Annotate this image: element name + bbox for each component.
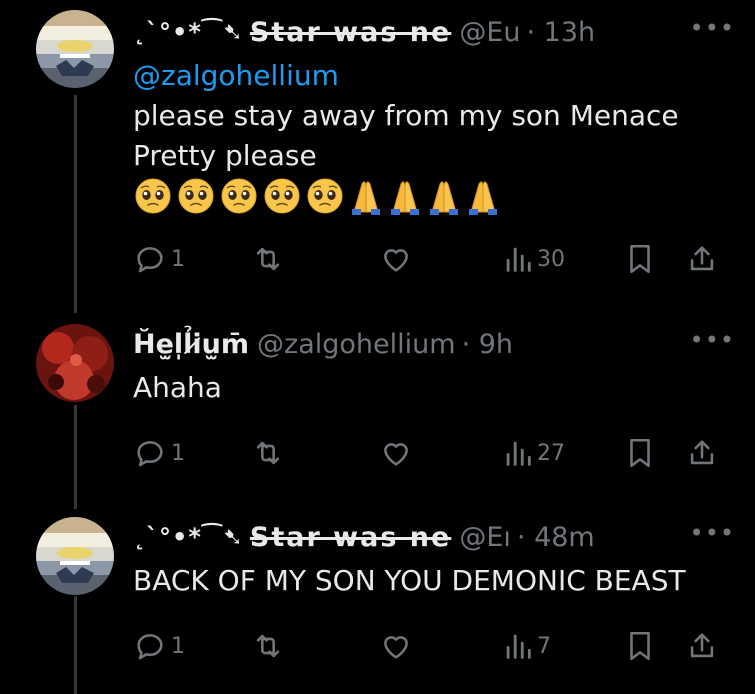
- views-count: 7: [537, 633, 551, 659]
- more-options-icon[interactable]: •••: [690, 519, 735, 547]
- like-button[interactable]: [379, 629, 417, 663]
- share-icon: [685, 436, 719, 470]
- heart-icon: [379, 242, 413, 276]
- views-button[interactable]: 27: [503, 436, 565, 470]
- like-button[interactable]: [379, 436, 417, 470]
- share-button[interactable]: [685, 436, 719, 470]
- more-options-icon[interactable]: •••: [690, 326, 735, 354]
- avatar[interactable]: [36, 10, 114, 88]
- reply-count: 1: [171, 633, 185, 659]
- post-line: BACK OF MY SON YOU DEMONIC BEAST: [133, 564, 686, 597]
- post[interactable]: H̆e̫l̩l̉i̷u̫m̄ @zalgohellium · 9h ••• Ah…: [0, 310, 755, 480]
- post[interactable]: ˛`°•*⁀➷ Star was ne @Eı · 48m ••• BACK O…: [0, 505, 755, 694]
- reply-button[interactable]: 1: [133, 629, 185, 663]
- action-bar: 17: [133, 629, 723, 663]
- reply-count: 1: [171, 440, 185, 466]
- avatar[interactable]: [36, 517, 114, 595]
- pleading-face-icon: [176, 176, 216, 220]
- views-button[interactable]: 30: [503, 242, 565, 276]
- share-icon: [685, 242, 719, 276]
- reply-icon: [133, 629, 167, 663]
- reply-count: 1: [171, 246, 185, 272]
- post-text: @zalgohellium please stay away from my s…: [133, 56, 679, 176]
- heart-icon: [379, 629, 413, 663]
- post-line: please stay away from my son Menace: [133, 99, 679, 132]
- action-bar: 1 27: [133, 436, 723, 470]
- action-bar: 1 30: [133, 242, 723, 276]
- folded-hands-icon: [465, 176, 501, 220]
- folded-hands-icon: [348, 176, 384, 220]
- views-count: 27: [537, 440, 565, 466]
- views-icon: [503, 436, 533, 470]
- timestamp[interactable]: · 9h: [462, 329, 513, 360]
- reply-button[interactable]: 1: [133, 242, 185, 276]
- heart-icon: [379, 436, 413, 470]
- pleading-face-icon: [262, 176, 302, 220]
- views-icon: [503, 629, 533, 663]
- repost-icon: [251, 242, 285, 276]
- share-button[interactable]: [685, 629, 719, 663]
- name-decoration: ˛`°•*⁀➷: [133, 18, 244, 46]
- post-text: BACK OF MY SON YOU DEMONIC BEAST: [133, 561, 686, 601]
- display-name[interactable]: H̆e̫l̩l̉i̷u̫m̄: [133, 329, 249, 360]
- reply-icon: [133, 242, 167, 276]
- folded-hands-icon: [387, 176, 423, 220]
- views-button[interactable]: 7: [503, 629, 551, 663]
- pleading-face-icon: [305, 176, 345, 220]
- handle[interactable]: @zalgohellium: [257, 329, 456, 360]
- post-line: Pretty please: [133, 139, 317, 172]
- like-button[interactable]: [379, 242, 417, 276]
- post-header: ˛`°•*⁀➷ Star was ne @Eı · 48m: [133, 519, 595, 555]
- reply-icon: [133, 436, 167, 470]
- pleading-face-icon: [133, 176, 173, 220]
- share-button[interactable]: [685, 242, 719, 276]
- bookmark-button[interactable]: [625, 629, 655, 663]
- post-header: ˛`°•*⁀➷ Star was ne @Eu · 13h: [133, 14, 595, 50]
- post-line: Ahaha: [133, 371, 222, 404]
- views-count: 30: [537, 246, 565, 272]
- bookmark-icon: [625, 436, 655, 470]
- post-header: H̆e̫l̩l̉i̷u̫m̄ @zalgohellium · 9h: [133, 326, 513, 362]
- repost-button[interactable]: [251, 242, 289, 276]
- mention-link[interactable]: @zalgohellium: [133, 56, 679, 96]
- repost-icon: [251, 629, 285, 663]
- handle[interactable]: @Eu: [459, 17, 520, 48]
- handle[interactable]: @Eı: [459, 522, 511, 553]
- folded-hands-icon: [426, 176, 462, 220]
- name-decoration: ˛`°•*⁀➷: [133, 523, 244, 551]
- display-name[interactable]: Star was ne: [250, 17, 451, 48]
- repost-button[interactable]: [251, 629, 289, 663]
- bookmark-button[interactable]: [625, 242, 655, 276]
- display-name[interactable]: Star was ne: [250, 522, 451, 553]
- emoji-row: [133, 176, 501, 220]
- pleading-face-icon: [219, 176, 259, 220]
- timestamp[interactable]: · 13h: [527, 17, 596, 48]
- reply-button[interactable]: 1: [133, 436, 185, 470]
- bookmark-icon: [625, 629, 655, 663]
- repost-icon: [251, 436, 285, 470]
- bookmark-icon: [625, 242, 655, 276]
- timestamp[interactable]: · 48m: [517, 522, 595, 553]
- avatar[interactable]: [36, 324, 114, 402]
- more-options-icon[interactable]: •••: [690, 14, 735, 42]
- post[interactable]: ˛`°•*⁀➷ Star was ne @Eu · 13h ••• @zalgo…: [0, 0, 755, 300]
- views-icon: [503, 242, 533, 276]
- bookmark-button[interactable]: [625, 436, 655, 470]
- share-icon: [685, 629, 719, 663]
- post-text: Ahaha: [133, 368, 222, 408]
- repost-button[interactable]: [251, 436, 289, 470]
